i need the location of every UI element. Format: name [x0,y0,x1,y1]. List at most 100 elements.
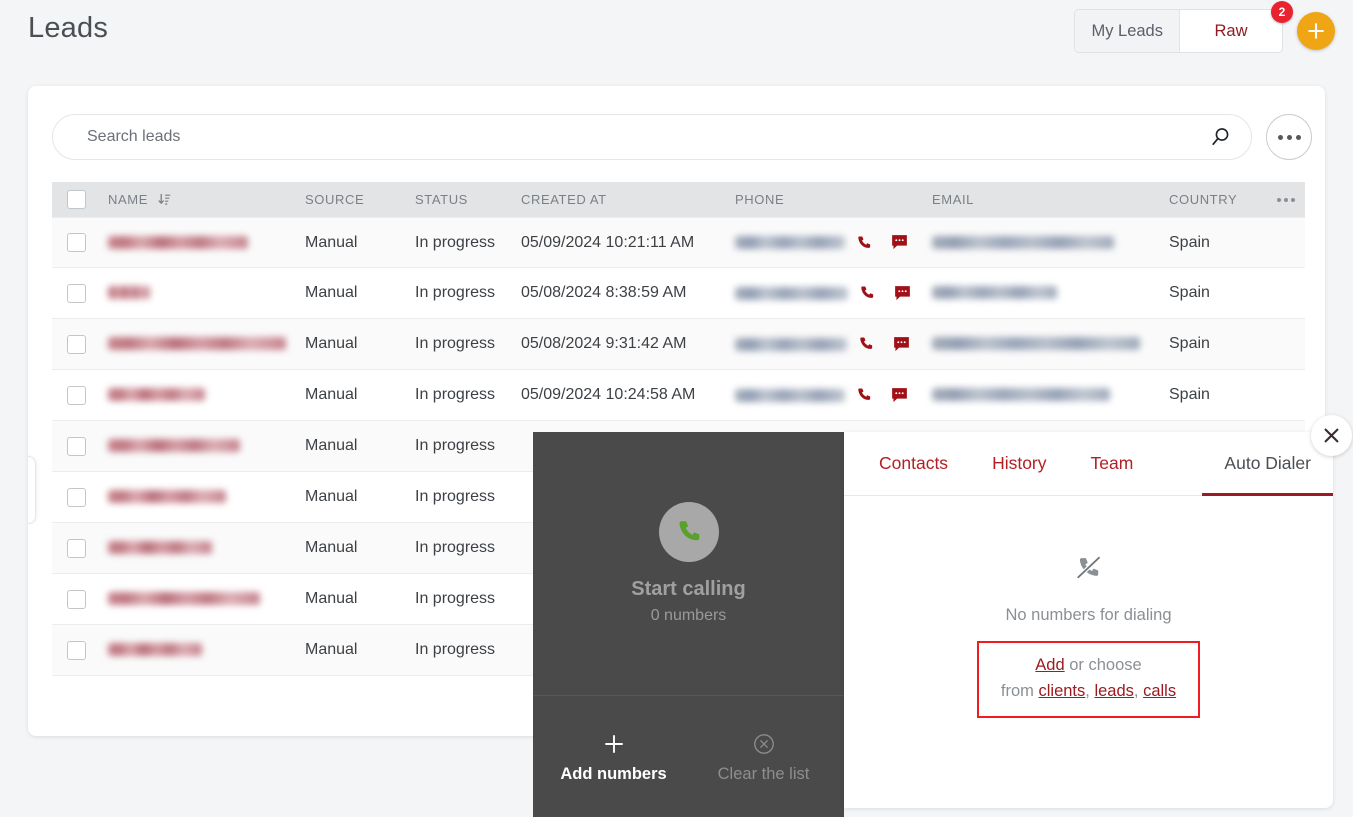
row-checkbox[interactable] [67,284,86,303]
sep-2: , [1134,682,1143,700]
close-icon [1323,427,1340,444]
column-header-source[interactable]: SOURCE [305,192,415,207]
page-title: Leads [28,12,108,45]
cell-name[interactable] [100,437,305,455]
cell-name[interactable] [100,284,305,302]
left-drawer-handle[interactable] [28,456,36,524]
hint-line-1: Add or choose [1001,653,1176,679]
row-select-cell [52,641,100,660]
tab-history[interactable]: History [970,432,1068,496]
redacted-email [932,337,1140,350]
redacted-phone [735,338,847,351]
row-checkbox[interactable] [67,590,86,609]
column-header-country[interactable]: COUNTRY [1169,192,1305,207]
phone-icon[interactable] [858,284,876,302]
tab-my-leads[interactable]: My Leads [1075,10,1180,52]
column-header-name-label: NAME [108,192,148,207]
clear-list-label: Clear the list [718,765,810,784]
tab-contacts[interactable]: Contacts [857,432,970,496]
tab-team[interactable]: Team [1069,432,1156,496]
sort-descending-icon[interactable] [158,193,171,206]
from-label: from [1001,682,1039,700]
clear-list-button[interactable]: Clear the list [689,729,839,784]
cell-source: Manual [305,386,415,404]
column-header-created-at[interactable]: CREATED AT [521,192,735,207]
cell-email [932,234,1169,252]
search-input[interactable] [53,128,1209,146]
row-select-cell [52,284,100,303]
cell-name[interactable] [100,539,305,557]
cell-source: Manual [305,284,415,302]
auto-dialer-panel: Start calling 0 numbers Add numbers [533,432,844,817]
cell-name[interactable] [100,488,305,506]
clients-link[interactable]: clients [1039,682,1086,700]
select-all-cell [52,190,100,209]
select-all-checkbox[interactable] [67,190,86,209]
row-checkbox[interactable] [67,539,86,558]
phone-icon[interactable] [855,234,873,252]
start-calling-label: Start calling [631,578,745,601]
column-header-email[interactable]: EMAIL [932,192,1169,207]
cell-country-label: Spain [1169,335,1210,353]
column-options-icon[interactable] [1277,198,1295,202]
cell-country: Spain [1169,284,1305,302]
message-icon[interactable] [894,285,911,302]
row-checkbox[interactable] [67,488,86,507]
phone-icon[interactable] [857,335,875,353]
cell-name[interactable] [100,234,305,252]
row-checkbox[interactable] [67,233,86,252]
calls-link[interactable]: calls [1143,682,1176,700]
cell-status: In progress [415,641,521,659]
redacted-name [108,490,226,503]
more-horizontal-icon [1287,135,1292,140]
row-checkbox[interactable] [67,641,86,660]
table-row[interactable]: ManualIn progress05/08/2024 9:31:42 AMSp… [52,319,1305,370]
close-panel-button[interactable] [1311,415,1352,456]
cell-name[interactable] [100,386,305,404]
column-header-phone[interactable]: PHONE [735,192,932,207]
cell-name[interactable] [100,641,305,659]
cell-name[interactable] [100,590,305,608]
row-select-cell [52,539,100,558]
redacted-name [108,439,240,452]
cell-source: Manual [305,234,415,252]
numbers-count-label: 0 numbers [651,607,727,625]
phone-icon[interactable] [855,386,873,404]
row-checkbox[interactable] [67,437,86,456]
row-checkbox[interactable] [67,335,86,354]
search-icon[interactable] [1209,126,1251,148]
start-call-button[interactable] [659,502,719,562]
cell-status: In progress [415,590,521,608]
cell-created-at: 05/09/2024 10:21:11 AM [521,234,735,252]
row-select-cell [52,386,100,405]
tab-raw[interactable]: Raw 2 [1180,10,1282,52]
column-header-phone-label: PHONE [735,192,784,207]
tab-raw-label: Raw [1214,22,1247,41]
cell-status: In progress [415,284,521,302]
add-link[interactable]: Add [1035,656,1064,674]
table-header-row: NAME SOURCE STATUS CREATED AT PHONE EMAI… [52,182,1305,217]
leads-link[interactable]: leads [1094,682,1133,700]
start-calling-section[interactable]: Start calling 0 numbers [533,432,844,696]
redacted-email [932,236,1114,249]
row-checkbox[interactable] [67,386,86,405]
table-row[interactable]: ManualIn progress05/08/2024 8:38:59 AM Sp… [52,268,1305,319]
message-icon[interactable] [893,336,910,353]
empty-state-text: No numbers for dialing [1006,606,1172,625]
cell-country-label: Spain [1169,234,1210,252]
dialer-actions: Add numbers Clear the list [533,696,844,816]
add-numbers-label: Add numbers [560,765,666,784]
cell-created-at: 05/08/2024 8:38:59 AM [521,284,735,302]
column-header-status[interactable]: STATUS [415,192,521,207]
add-numbers-button[interactable]: Add numbers [539,729,689,784]
table-row[interactable]: ManualIn progress05/09/2024 10:24:58 AMS… [52,370,1305,421]
column-header-country-label: COUNTRY [1169,192,1237,207]
table-row[interactable]: ManualIn progress05/09/2024 10:21:11 AMS… [52,217,1305,268]
message-icon[interactable] [891,387,908,404]
column-header-name[interactable]: NAME [100,192,305,207]
message-icon[interactable] [891,234,908,251]
table-options-button[interactable] [1266,114,1312,160]
add-lead-button[interactable] [1297,12,1335,50]
cell-name[interactable] [100,335,305,353]
cell-created-at: 05/08/2024 9:31:42 AM [521,335,735,353]
